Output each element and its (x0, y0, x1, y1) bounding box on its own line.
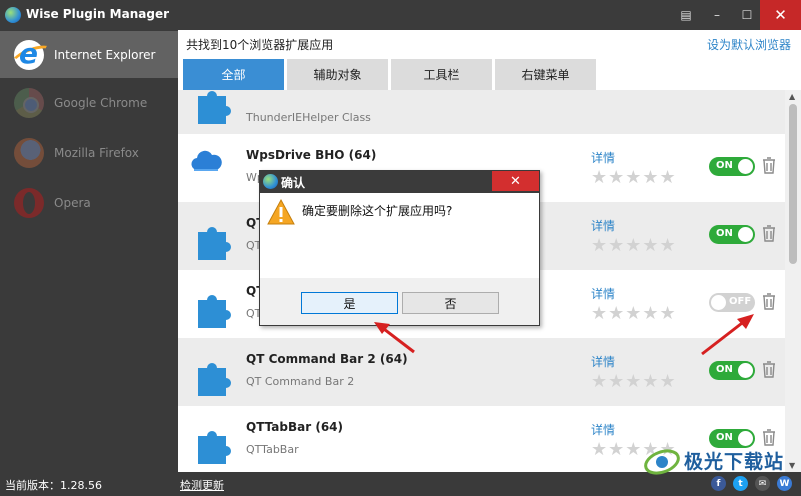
puzzle-icon (198, 295, 231, 328)
email-icon[interactable]: ✉ (755, 476, 770, 491)
annotation-arrow-icon (374, 322, 415, 354)
close-button[interactable]: ✕ (760, 0, 801, 30)
puzzle-icon (198, 227, 231, 260)
list-item[interactable]: QT Command Bar 2 (64) QT Command Bar 2 详… (178, 338, 785, 406)
watermark-logo-icon (644, 449, 680, 475)
enable-toggle[interactable]: ON (709, 157, 755, 176)
extension-name: WpsDrive BHO (64) (246, 148, 377, 162)
check-update-link[interactable]: 检测更新 (180, 477, 224, 493)
tab-bar: 全部 辅助对象 工具栏 右键菜单 (183, 59, 599, 90)
trash-icon[interactable] (761, 427, 777, 447)
trash-icon[interactable] (761, 155, 777, 175)
rating-stars[interactable]: ★★★★★ (591, 237, 677, 255)
trash-icon[interactable] (761, 359, 777, 379)
maximize-button[interactable]: ☐ (733, 0, 761, 30)
app-logo-icon (263, 174, 278, 189)
rating-stars[interactable]: ★★★★★ (591, 305, 677, 323)
tab-context-menu[interactable]: 右键菜单 (495, 59, 596, 90)
yes-button[interactable]: 是 (301, 292, 398, 314)
dialog-body: 确定要删除这个扩展应用吗? (260, 193, 539, 278)
details-link[interactable]: 详情 (591, 421, 615, 438)
list-scrollbar[interactable]: ▲ ▼ (785, 90, 801, 472)
enable-toggle[interactable]: ON (709, 361, 755, 380)
sidebar-item-google-chrome[interactable]: Google Chrome (0, 79, 178, 126)
tab-all[interactable]: 全部 (183, 59, 284, 90)
browser-sidebar: Internet Explorer Google Chrome Mozilla … (0, 30, 178, 472)
details-link[interactable]: 详情 (591, 149, 615, 166)
sidebar-item-opera[interactable]: Opera (0, 179, 178, 226)
annotation-arrow-icon (701, 314, 754, 356)
browser-label: Mozilla Firefox (54, 145, 139, 160)
set-default-browser-link[interactable]: 设为默认浏览器 (707, 36, 791, 53)
warning-icon (267, 198, 295, 225)
enable-toggle[interactable]: ON (709, 429, 755, 448)
app-logo-icon (5, 7, 21, 23)
list-item[interactable]: ThunderIEHelper Class (178, 90, 785, 134)
found-count-text: 共找到10个浏览器扩展应用 (186, 38, 334, 52)
cloud-icon (191, 150, 222, 171)
browser-label: Opera (54, 195, 91, 210)
dialog-close-button[interactable]: ✕ (492, 171, 539, 191)
weibo-icon[interactable]: W (777, 476, 792, 491)
app-title: Wise Plugin Manager (26, 7, 170, 21)
no-button[interactable]: 否 (402, 292, 499, 314)
title-bar: Wise Plugin Manager ▤ – ☐ ✕ (0, 0, 801, 30)
browser-label: Google Chrome (54, 95, 148, 110)
details-link[interactable]: 详情 (591, 353, 615, 370)
browser-label: Internet Explorer (54, 47, 156, 62)
scroll-thumb[interactable] (789, 104, 797, 264)
sidebar-item-mozilla-firefox[interactable]: Mozilla Firefox (0, 129, 178, 176)
rating-stars[interactable]: ★★★★★ (591, 373, 677, 391)
opera-icon (14, 187, 44, 218)
tab-toolbars[interactable]: 工具栏 (391, 59, 492, 90)
facebook-icon[interactable]: f (711, 476, 726, 491)
extension-description: ThunderIEHelper Class (246, 111, 371, 124)
puzzle-icon (198, 91, 231, 124)
extension-description: QT Command Bar 2 (246, 375, 355, 388)
chrome-icon (14, 87, 44, 118)
toggle-label: OFF (729, 296, 752, 307)
version-text: 当前版本：1.28.56 (5, 479, 102, 492)
details-link[interactable]: 详情 (591, 285, 615, 302)
sidebar-item-internet-explorer[interactable]: Internet Explorer (0, 31, 178, 78)
internet-explorer-icon (14, 37, 44, 70)
dialog-title: 确认 (281, 176, 306, 190)
extension-description: QTTabBar (246, 443, 299, 456)
toggle-label: ON (716, 364, 733, 375)
extension-name: QTTabBar (64) (246, 420, 343, 434)
minimize-button[interactable]: – (703, 0, 731, 30)
puzzle-icon (198, 431, 231, 464)
firefox-icon (14, 137, 44, 168)
tab-helper-objects[interactable]: 辅助对象 (287, 59, 388, 90)
watermark: 极光下载站 (640, 447, 800, 477)
confirm-dialog: 确认 ✕ 确定要删除这个扩展应用吗? 是 否 (259, 170, 540, 326)
trash-icon[interactable] (761, 223, 777, 243)
toggle-label: ON (716, 432, 733, 443)
trash-icon[interactable] (761, 291, 777, 311)
puzzle-icon (198, 363, 231, 396)
menu-button[interactable]: ▤ (672, 0, 700, 30)
details-link[interactable]: 详情 (591, 217, 615, 234)
watermark-text: 极光下载站 (684, 451, 785, 473)
rating-stars[interactable]: ★★★★★ (591, 169, 677, 187)
scroll-up-arrow-icon[interactable]: ▲ (789, 92, 795, 101)
dialog-message: 确定要删除这个扩展应用吗? (302, 204, 453, 218)
toggle-label: ON (716, 228, 733, 239)
dialog-title-bar: 确认 ✕ (260, 171, 539, 193)
toggle-label: ON (716, 160, 733, 171)
twitter-icon[interactable]: t (733, 476, 748, 491)
enable-toggle[interactable]: ON (709, 225, 755, 244)
